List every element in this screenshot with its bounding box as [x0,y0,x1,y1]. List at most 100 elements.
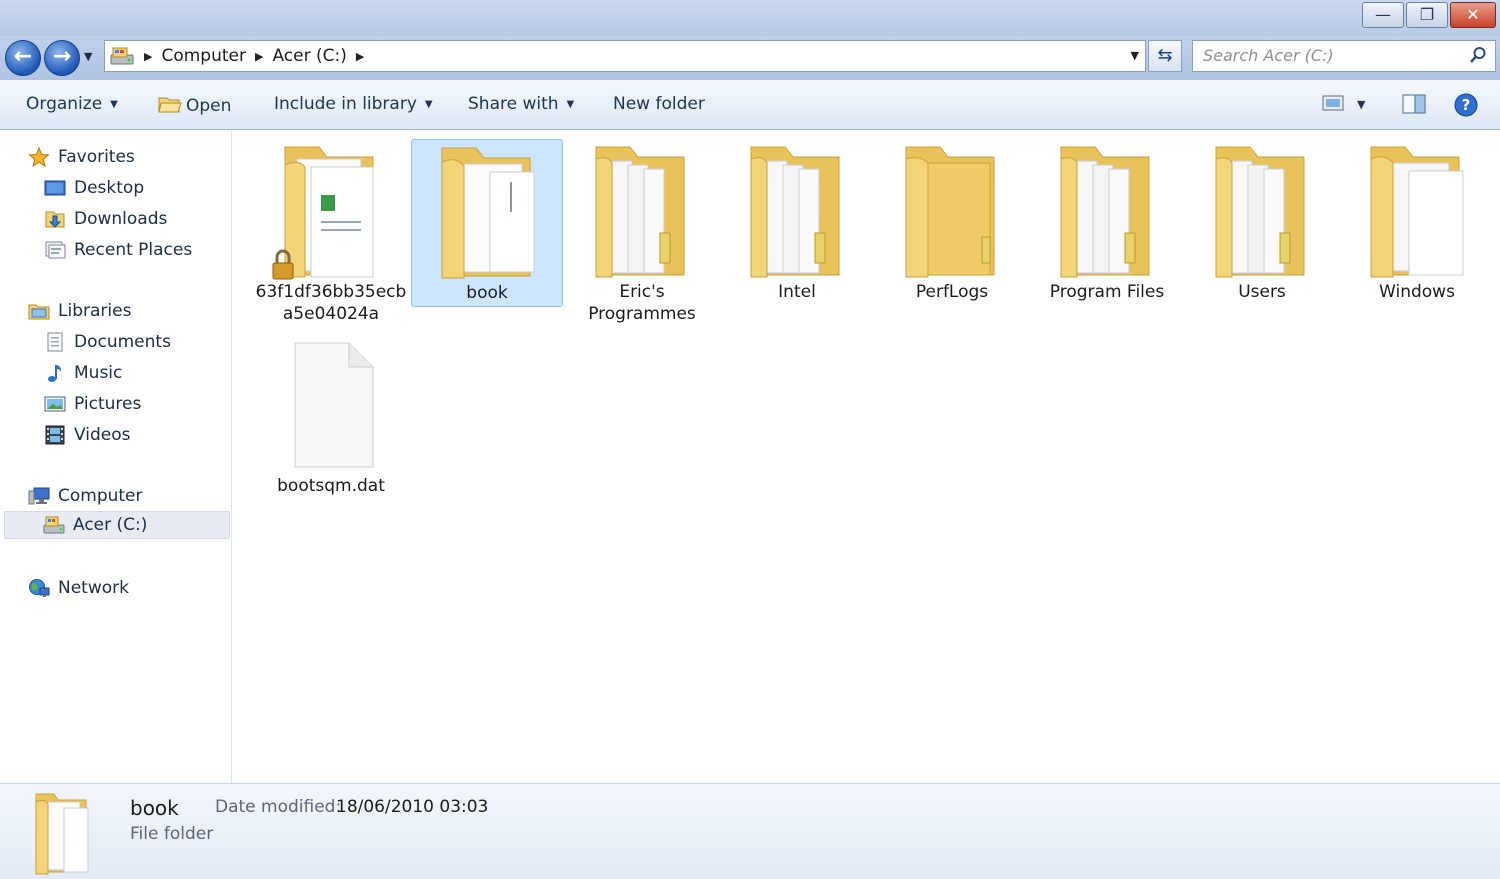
arrow-left-icon: ← [14,44,32,69]
folder-item[interactable]: Windows [1341,139,1493,307]
back-button[interactable]: ← [5,40,41,76]
title-bar: — ❐ ✕ [0,0,1500,36]
breadcrumb-arrow-icon[interactable]: ▶ [144,50,152,63]
music-note-icon [44,363,66,383]
include-in-library-label: Include in library [274,94,417,114]
nav-libraries-label: Libraries [58,301,131,321]
folder-item[interactable]: Program Files [1031,139,1183,307]
organize-button[interactable]: Organize ▼ [26,94,118,114]
file-name: Eric's Programmes [566,281,718,325]
drive-icon [43,515,65,535]
address-row: ← → ▼ ▶ Computer ▶ Acer (C:) ▶ ▼ ⇆ Searc… [0,36,1500,80]
nav-recent-places-label: Recent Places [74,240,192,260]
folder-item[interactable]: Eric's Programmes [566,139,718,307]
folder-item[interactable]: Users [1186,139,1338,307]
folder-icon [1043,141,1171,281]
nav-pictures[interactable]: Pictures [44,390,141,418]
chevron-down-icon: ▼ [1357,98,1365,111]
recent-pages-dropdown[interactable]: ▼ [84,50,92,63]
selected-item-type: File folder [130,824,213,844]
new-folder-button[interactable]: New folder [613,94,705,114]
new-folder-label: New folder [613,94,705,114]
chevron-down-icon: ▼ [567,99,575,110]
file-list: 63f1df36bb35ecb a5e04024a book Eric's Pr… [233,131,1500,783]
forward-button[interactable]: → [44,40,80,76]
nav-computer-label: Computer [58,486,143,506]
details-pane: book File folder Date modified: 18/06/20… [0,783,1500,879]
desktop-icon [44,178,66,198]
nav-acer-c[interactable]: Acer (C:) [4,511,230,539]
close-button[interactable]: ✕ [1450,2,1496,28]
change-view-button[interactable] [1322,94,1344,116]
nav-downloads[interactable]: Downloads [44,205,167,233]
nav-favorites[interactable]: Favorites [28,143,135,171]
folder-item[interactable]: 63f1df36bb35ecb a5e04024a [255,139,407,307]
nav-downloads-label: Downloads [74,209,167,229]
folder-item[interactable]: PerfLogs [876,139,1028,307]
date-modified-value: 18/06/2010 03:03 [336,797,488,817]
minimize-button[interactable]: — [1362,2,1404,28]
chevron-down-icon: ▼ [84,50,92,63]
nav-network[interactable]: Network [28,574,129,602]
date-modified-label: Date modified: [215,797,341,817]
nav-desktop-label: Desktop [74,178,144,198]
nav-acer-c-label: Acer (C:) [73,515,147,535]
restore-button[interactable]: ❐ [1406,2,1448,28]
folder-icon [30,790,94,876]
file-item[interactable]: bootsqm.dat [255,333,407,501]
window-controls: — ❐ ✕ [1360,2,1496,28]
nav-videos[interactable]: Videos [44,421,131,449]
folder-icon [888,141,1016,281]
nav-network-label: Network [58,578,129,598]
file-name: Users [1186,281,1338,303]
navigation-pane: Favorites Desktop Downloads Recent Place… [0,131,232,783]
include-in-library-button[interactable]: Include in library▼ [274,94,433,114]
search-input[interactable]: Search Acer (C:) [1203,46,1334,65]
folder-icon [1353,141,1481,281]
star-icon [28,147,50,167]
arrow-right-icon: → [53,44,71,69]
folder-item-selected[interactable]: book [411,139,563,307]
documents-icon [44,332,66,352]
open-folder-icon [158,94,182,114]
svg-text:?: ? [1462,96,1471,114]
downloads-folder-icon [44,209,66,229]
nav-computer[interactable]: Computer [28,482,143,510]
help-icon: ? [1454,93,1478,117]
computer-icon [28,486,50,506]
help-button[interactable]: ? [1454,93,1478,121]
nav-documents[interactable]: Documents [44,328,171,356]
selected-item-name: book [130,796,179,820]
breadcrumb-computer[interactable]: Computer [161,46,246,66]
view-options-dropdown[interactable]: ▼ [1357,98,1365,111]
file-name: 63f1df36bb35ecb a5e04024a [255,281,407,325]
address-bar[interactable]: ▶ Computer ▶ Acer (C:) ▶ ▼ [104,40,1146,72]
chevron-down-icon: ▼ [110,99,118,110]
nav-pictures-label: Pictures [74,394,141,414]
nav-libraries[interactable]: Libraries [28,297,131,325]
open-button[interactable]: Open [158,94,231,116]
view-icon [1322,94,1344,112]
nav-desktop[interactable]: Desktop [44,174,144,202]
nav-videos-label: Videos [74,425,131,445]
folder-item[interactable]: Intel [721,139,873,307]
search-box[interactable]: Search Acer (C:) [1192,40,1496,72]
address-dropdown-icon[interactable]: ▼ [1131,49,1139,62]
restore-icon: ❐ [1407,5,1447,25]
file-name: Program Files [1031,281,1183,303]
organize-label: Organize [26,94,102,114]
command-bar: Organize▼ Open Include in library▼ Share… [0,80,1500,130]
refresh-button[interactable]: ⇆ [1148,40,1182,72]
nav-recent-places[interactable]: Recent Places [44,236,192,264]
preview-pane-button[interactable] [1402,94,1426,118]
open-label: Open [186,96,231,116]
breadcrumb-acer-c[interactable]: Acer (C:) [272,46,346,66]
pictures-icon [44,394,66,414]
folder-icon [424,142,552,282]
breadcrumb-arrow-icon[interactable]: ▶ [356,50,364,63]
nav-music[interactable]: Music [44,359,122,387]
folder-icon [733,141,861,281]
folder-icon [1198,141,1326,281]
breadcrumb-arrow-icon[interactable]: ▶ [255,50,263,63]
share-with-button[interactable]: Share with▼ [468,94,574,114]
